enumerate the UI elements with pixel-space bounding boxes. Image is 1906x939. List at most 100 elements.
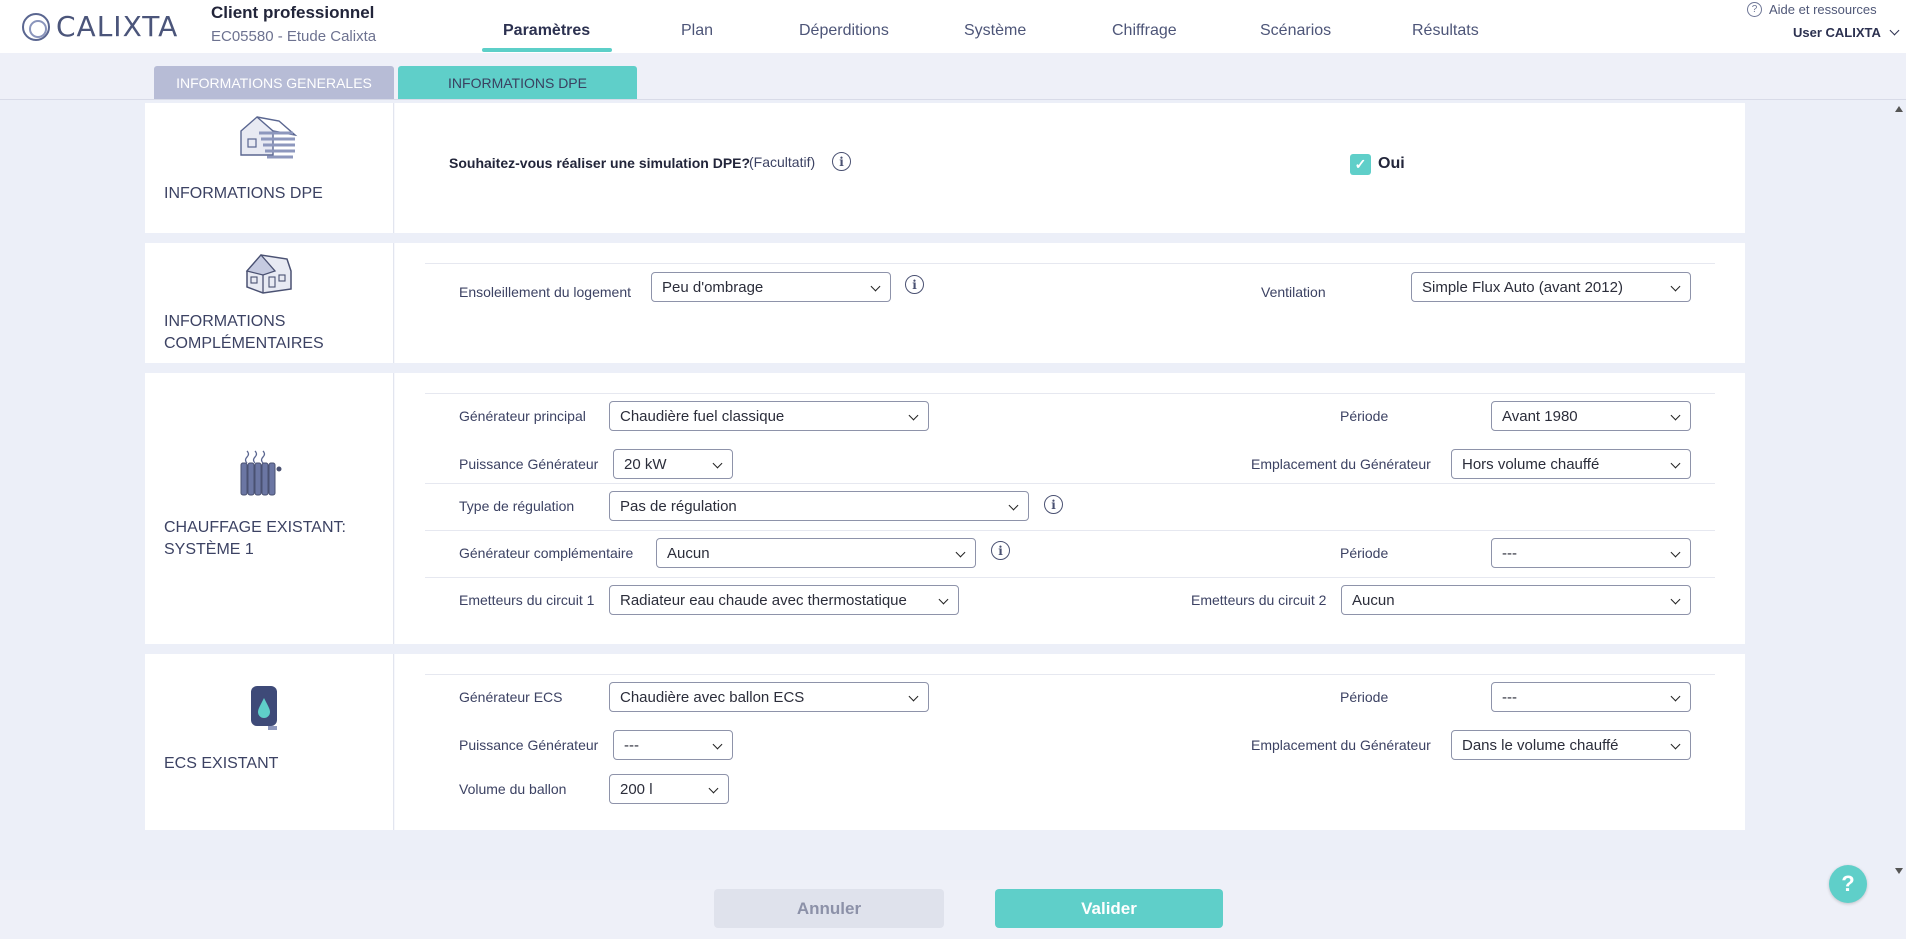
generateur-complementaire-select[interactable]: Aucun [656,538,976,568]
nav-scenarios[interactable]: Scénarios [1260,22,1331,40]
periode-label: Période [1340,689,1389,705]
periode-select[interactable]: --- [1491,538,1691,568]
section-title: INFORMATIONS DPE [164,185,323,202]
puissance-label: Puissance Générateur [459,456,599,472]
nav-deperditions[interactable]: Déperditions [799,22,889,40]
user-menu[interactable]: User CALIXTA [1793,25,1900,40]
page-scrollbar[interactable] [1892,100,1906,880]
emplacement-select[interactable]: Dans le volume chauffé [1451,730,1691,760]
help-resources-link[interactable]: ? Aide et ressources [1747,2,1877,17]
row-divider [425,577,1715,578]
section-title-line2: COMPLÉMENTAIRES [164,335,324,352]
nav-chiffrage[interactable]: Chiffrage [1112,22,1177,40]
info-icon[interactable]: i [991,541,1010,560]
sub-tabs: INFORMATIONS GENERALES INFORMATIONS DPE [0,53,1906,100]
calixta-logo[interactable]: CALIXTA [22,10,178,43]
generateur-principal-label: Générateur principal [459,408,586,424]
footer-actions: Annuler Valider [0,880,1906,939]
generateur-ecs-label: Générateur ECS [459,689,563,705]
help-fab-button[interactable]: ? [1829,865,1867,903]
puissance-label: Puissance Générateur [459,737,599,753]
section-title-line2: SYSTÈME 1 [164,541,254,558]
cancel-button[interactable]: Annuler [714,889,944,928]
scroll-down-arrow-icon[interactable] [1895,868,1903,874]
nav-resultats[interactable]: Résultats [1412,22,1479,40]
main-content: INFORMATIONS DPE Souhaitez-vous réaliser… [0,100,1906,880]
section-body: Générateur ECS Chaudière avec ballon ECS… [395,654,1745,830]
section-body: Générateur principal Chaudière fuel clas… [395,373,1745,644]
dpe-simulation-checkbox[interactable]: ✓ [1350,154,1371,175]
row-divider [425,674,1715,675]
section-side: INFORMATIONS COMPLÉMENTAIRES [145,243,394,363]
ensoleillement-select[interactable]: Peu d'ombrage [651,272,891,302]
ventilation-label: Ventilation [1261,284,1326,300]
periode-select[interactable]: --- [1491,682,1691,712]
optional-label: (Facultatif) [749,154,816,170]
question-circle-icon: ? [1747,2,1762,17]
generateur-principal-select[interactable]: Chaudière fuel classique [609,401,929,431]
study-reference: EC05580 - Etude Calixta [211,28,377,45]
section-title-line1: CHAUFFAGE EXISTANT: [164,519,346,536]
row-divider [425,263,1715,264]
emetteurs-circuit2-select[interactable]: Aucun [1341,585,1691,615]
house-layers-icon [235,111,299,166]
logo-mark-icon [22,12,50,41]
nav-systeme[interactable]: Système [964,22,1026,40]
nav-parametres[interactable]: Paramètres [503,22,590,40]
section-title-line1: INFORMATIONS [164,313,286,330]
emplacement-select[interactable]: Hors volume chauffé [1451,449,1691,479]
chevron-down-icon [1889,25,1900,36]
ensoleillement-label: Ensoleillement du logement [459,284,631,300]
house-icon [243,249,295,300]
tab-informations-generales[interactable]: INFORMATIONS GENERALES [154,66,394,99]
periode-label: Période [1340,408,1389,424]
info-icon[interactable]: i [1044,495,1063,514]
section-chauffage-existant: CHAUFFAGE EXISTANT: SYSTÈME 1 Générateur… [145,373,1745,644]
generateur-ecs-select[interactable]: Chaudière avec ballon ECS [609,682,929,712]
periode-label: Période [1340,545,1389,561]
emplacement-label: Emplacement du Générateur [1251,456,1431,472]
top-header: CALIXTA Client professionnel EC05580 - E… [0,0,1906,53]
volume-ballon-label: Volume du ballon [459,781,567,797]
section-title: CHAUFFAGE EXISTANT: SYSTÈME 1 [164,517,346,561]
section-side: ECS EXISTANT [145,654,394,830]
emetteurs-circuit1-select[interactable]: Radiateur eau chaude avec thermostatique [609,585,959,615]
water-heater-icon [248,684,280,737]
section-title: INFORMATIONS COMPLÉMENTAIRES [164,311,324,355]
tab-informations-dpe[interactable]: INFORMATIONS DPE [398,66,637,99]
section-side: INFORMATIONS DPE [145,103,394,233]
regulation-label: Type de régulation [459,498,575,514]
user-name: User CALIXTA [1793,25,1881,40]
section-ecs-existant: ECS EXISTANT Générateur ECS Chaudière av… [145,654,1745,830]
help-resources-label: Aide et ressources [1769,2,1877,17]
emetteurs-circuit2-label: Emetteurs du circuit 2 [1191,592,1327,608]
section-title: ECS EXISTANT [164,755,279,772]
info-icon[interactable]: i [905,275,924,294]
section-informations-complementaires: INFORMATIONS COMPLÉMENTAIRES Ensoleillem… [145,243,1745,363]
section-informations-dpe: INFORMATIONS DPE Souhaitez-vous réaliser… [145,103,1745,233]
scroll-up-arrow-icon[interactable] [1895,106,1903,112]
emplacement-label: Emplacement du Générateur [1251,737,1431,753]
periode-select[interactable]: Avant 1980 [1491,401,1691,431]
info-icon[interactable]: i [832,152,851,171]
active-nav-indicator [482,48,612,52]
emetteurs-circuit1-label: Emetteurs du circuit 1 [459,592,595,608]
section-side: CHAUFFAGE EXISTANT: SYSTÈME 1 [145,373,394,644]
dpe-question-label: Souhaitez-vous réaliser une simulation D… [449,155,751,171]
validate-button[interactable]: Valider [995,889,1223,928]
row-divider [425,483,1715,484]
regulation-select[interactable]: Pas de régulation [609,491,1029,521]
section-body: Ensoleillement du logement Peu d'ombrage… [395,243,1745,363]
checkbox-oui-label: Oui [1378,155,1405,172]
row-divider [425,393,1715,394]
ventilation-select[interactable]: Simple Flux Auto (avant 2012) [1411,272,1691,302]
nav-plan[interactable]: Plan [681,22,713,40]
generateur-complementaire-label: Générateur complémentaire [459,545,634,561]
logo-text: CALIXTA [56,10,179,43]
puissance-select[interactable]: --- [613,730,733,760]
volume-ballon-select[interactable]: 200 l [609,774,729,804]
client-title: Client professionnel [211,3,375,22]
radiator-icon [237,449,283,502]
puissance-select[interactable]: 20 kW [613,449,733,479]
row-divider [425,530,1715,531]
